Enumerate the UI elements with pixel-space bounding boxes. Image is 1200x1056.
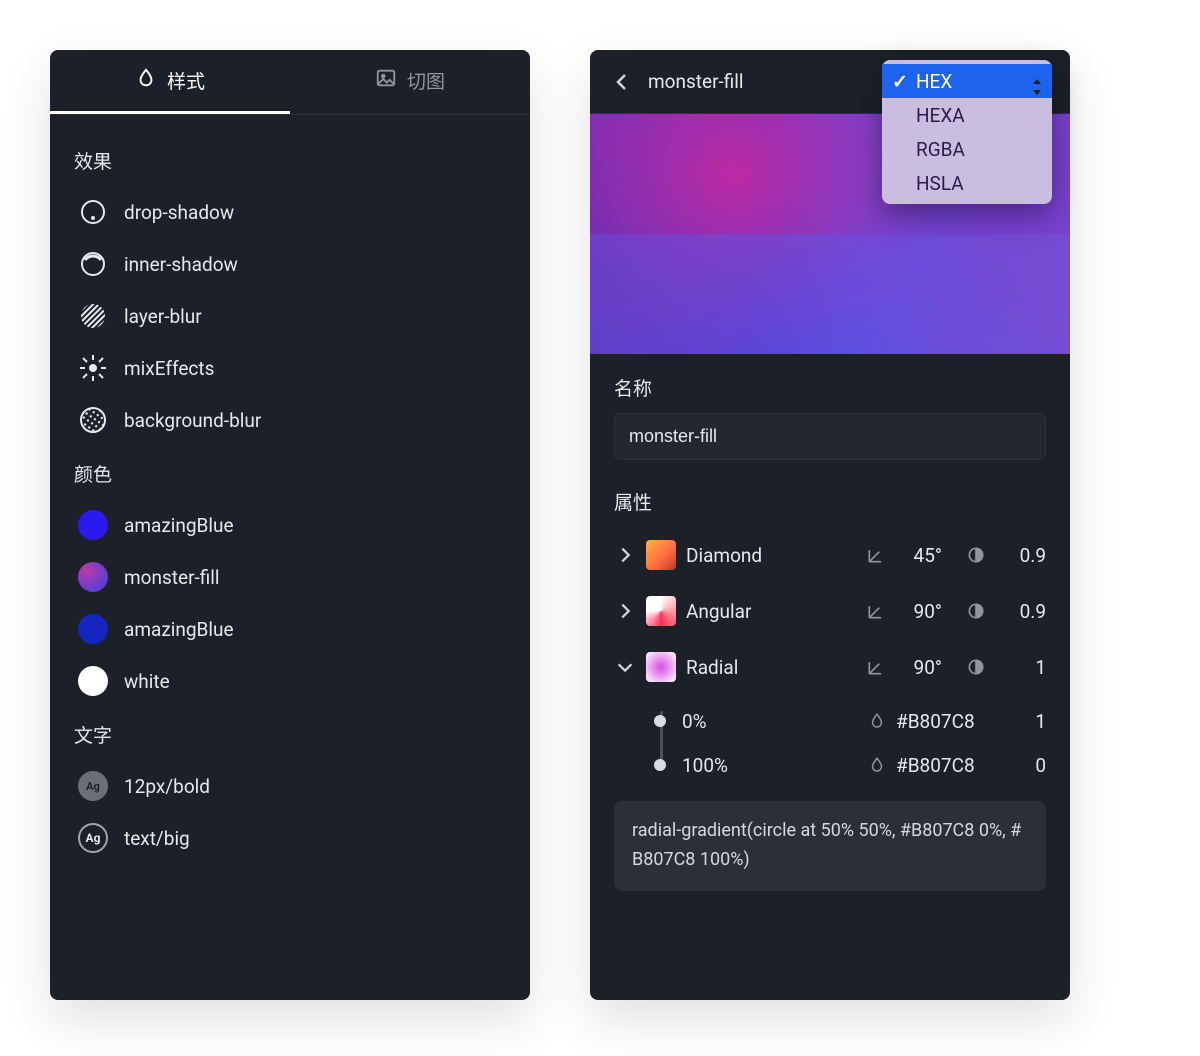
format-option-rgba[interactable]: RGBA — [882, 132, 1052, 166]
name-label: 名称 — [614, 374, 1046, 401]
tab-styles[interactable]: 样式 — [50, 50, 290, 114]
effect-item-layer-blur[interactable]: layer-blur — [74, 290, 506, 342]
chevron-down-icon[interactable] — [614, 656, 636, 678]
color-label: white — [124, 670, 170, 693]
angle-icon — [866, 657, 886, 677]
drop-icon — [135, 67, 157, 94]
name-input[interactable] — [614, 413, 1046, 460]
detail-panel: monster-fill HEX HEXA RGBA HSLA 名称 属性 — [590, 50, 1070, 1000]
stop-color: #B807C8 — [896, 710, 1006, 733]
gradient-thumb — [646, 652, 676, 682]
chevron-right-icon[interactable] — [614, 544, 636, 566]
mix-effects-icon — [78, 353, 108, 383]
layer-blur-icon — [78, 301, 108, 331]
stop-handle[interactable] — [654, 759, 666, 771]
opacity-icon — [966, 657, 986, 677]
opacity-icon — [966, 601, 986, 621]
opacity-icon — [966, 545, 986, 565]
gradient-prop-row[interactable]: Angular 90° 0.9 — [614, 583, 1046, 639]
styles-content: 效果 drop-shadow inner-shadow layer-blur m… — [50, 115, 530, 882]
text-style-label: 12px/bold — [124, 775, 210, 798]
effect-label: mixEffects — [124, 357, 214, 380]
format-dropdown[interactable]: HEX HEXA RGBA HSLA — [882, 60, 1052, 204]
section-effects-label: 效果 — [74, 147, 506, 174]
gradient-angle: 90° — [898, 600, 942, 623]
angle-icon — [866, 601, 886, 621]
gradient-alpha: 0.9 — [1006, 600, 1046, 623]
effect-label: background-blur — [124, 409, 261, 432]
background-blur-icon — [78, 405, 108, 435]
gradient-type: Angular — [686, 600, 856, 623]
tab-label: 样式 — [167, 67, 205, 94]
format-option-hsla[interactable]: HSLA — [882, 166, 1052, 200]
effect-item-mix-effects[interactable]: mixEffects — [74, 342, 506, 394]
stop-alpha: 0 — [1016, 754, 1046, 777]
styles-panel: 样式 切图 效果 drop-shadow inner-shadow — [50, 50, 530, 1000]
drop-shadow-icon — [78, 197, 108, 227]
color-swatch — [78, 666, 108, 696]
stop-color: #B807C8 — [896, 754, 1006, 777]
gradient-prop-row[interactable]: Diamond 45° 0.9 — [614, 527, 1046, 583]
drop-icon — [868, 756, 886, 774]
gradient-thumb — [646, 540, 676, 570]
gradient-prop-row[interactable]: Radial 90° 1 — [614, 639, 1046, 695]
stop-position: 0% — [682, 710, 858, 733]
tabs: 样式 切图 — [50, 50, 530, 115]
gradient-alpha: 0.9 — [1006, 544, 1046, 567]
effect-label: drop-shadow — [124, 201, 234, 224]
gradient-angle: 90° — [898, 656, 942, 679]
effect-label: inner-shadow — [124, 253, 238, 276]
css-code-output[interactable]: radial-gradient(circle at 50% 50%, #B807… — [614, 801, 1046, 891]
gradient-type: Diamond — [686, 544, 856, 567]
tab-label: 切图 — [407, 67, 445, 94]
props-label: 属性 — [614, 488, 1046, 515]
color-label: monster-fill — [124, 566, 220, 589]
text-style-label: text/big — [124, 827, 190, 850]
text-style-icon: Ag — [78, 823, 108, 853]
gradient-stop-row[interactable]: 0% #B807C8 1 — [648, 699, 1046, 743]
color-swatch — [78, 614, 108, 644]
text-style-icon: Ag — [78, 771, 108, 801]
drop-icon — [868, 712, 886, 730]
text-style-item[interactable]: Ag text/big — [74, 812, 506, 864]
stop-alpha: 1 — [1016, 710, 1046, 733]
color-item[interactable]: amazingBlue — [74, 499, 506, 551]
effect-label: layer-blur — [124, 305, 202, 328]
effect-item-background-blur[interactable]: background-blur — [74, 394, 506, 446]
gradient-stops: 0% #B807C8 1 100% #B807C8 0 — [648, 699, 1046, 787]
color-label: amazingBlue — [124, 618, 234, 641]
section-text-label: 文字 — [74, 721, 506, 748]
back-button[interactable] — [610, 70, 634, 94]
gradient-alpha: 1 — [1006, 656, 1046, 679]
stop-position: 100% — [682, 754, 858, 777]
chevron-right-icon[interactable] — [614, 600, 636, 622]
color-swatch — [78, 510, 108, 540]
stop-handle[interactable] — [654, 715, 666, 727]
gradient-angle: 45° — [898, 544, 942, 567]
section-colors-label: 颜色 — [74, 460, 506, 487]
color-item[interactable]: monster-fill — [74, 551, 506, 603]
image-icon — [375, 67, 397, 94]
gradient-type: Radial — [686, 656, 856, 679]
tab-slices[interactable]: 切图 — [290, 50, 530, 114]
gradient-stop-row[interactable]: 100% #B807C8 0 — [648, 743, 1046, 787]
detail-title: monster-fill — [648, 70, 744, 93]
color-swatch — [78, 562, 108, 592]
angle-icon — [866, 545, 886, 565]
detail-body: 名称 属性 Diamond 45° 0.9 Angular 90° 0.9 — [590, 354, 1070, 911]
color-label: amazingBlue — [124, 514, 234, 537]
inner-shadow-icon — [78, 249, 108, 279]
text-style-item[interactable]: Ag 12px/bold — [74, 760, 506, 812]
color-item[interactable]: amazingBlue — [74, 603, 506, 655]
gradient-thumb — [646, 596, 676, 626]
effect-item-inner-shadow[interactable]: inner-shadow — [74, 238, 506, 290]
color-item[interactable]: white — [74, 655, 506, 707]
format-stepper-icon[interactable] — [1026, 70, 1048, 104]
effect-item-drop-shadow[interactable]: drop-shadow — [74, 186, 506, 238]
